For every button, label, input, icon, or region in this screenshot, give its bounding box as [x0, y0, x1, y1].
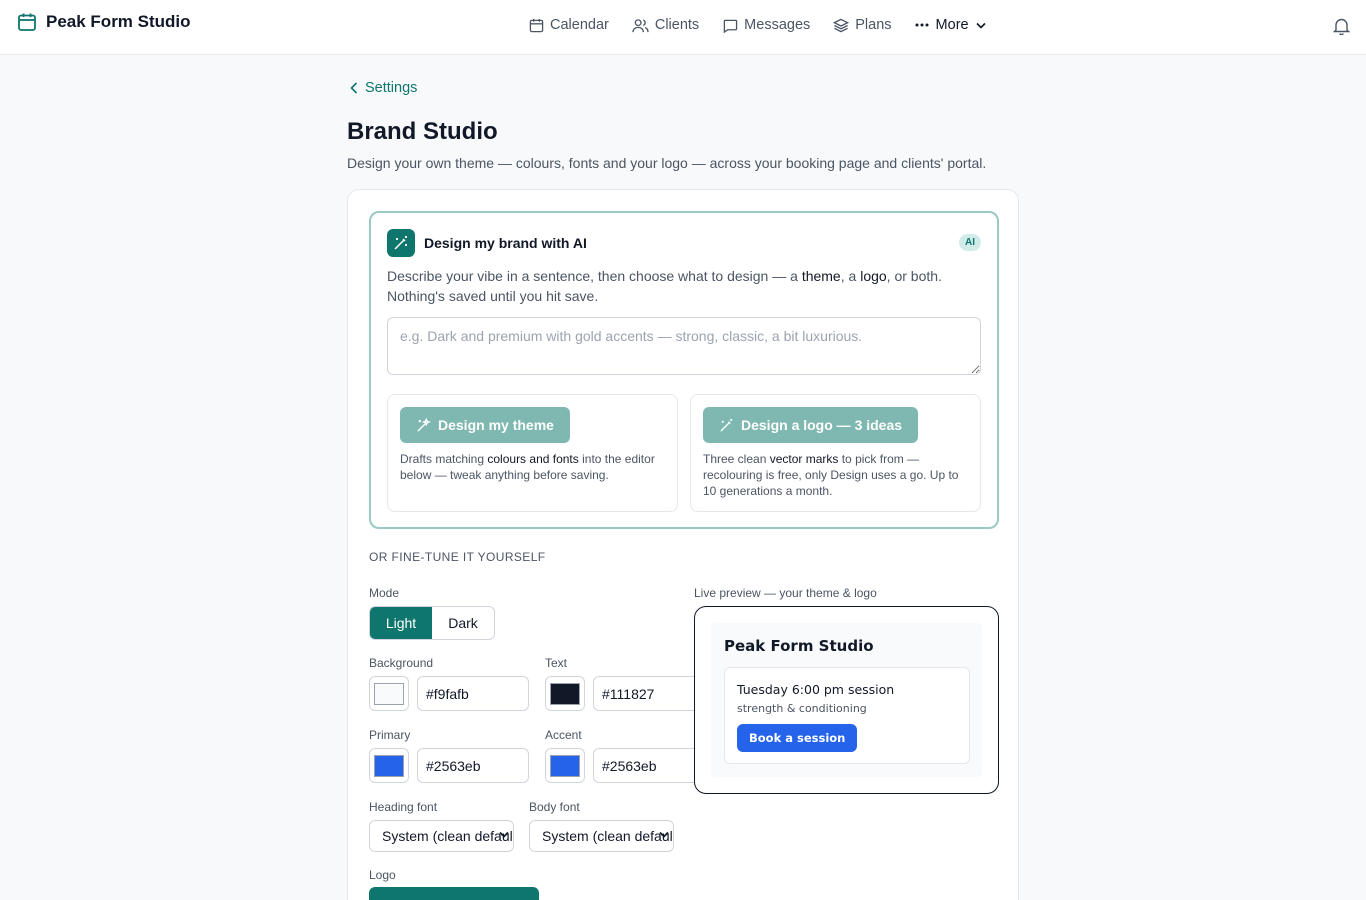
text-hex-input[interactable]	[593, 676, 705, 711]
bell-icon	[1332, 18, 1351, 36]
nav-label-messages: Messages	[744, 17, 811, 33]
magic-wand-icon	[387, 229, 415, 257]
heading-font-select[interactable]: System (clean default)	[369, 820, 514, 852]
nav-label-more: More	[935, 17, 969, 33]
primary-color-swatch[interactable]	[369, 748, 409, 783]
back-to-settings-link[interactable]: Settings	[350, 80, 417, 96]
chevron-down-icon	[499, 831, 509, 838]
users-icon	[632, 18, 649, 32]
message-icon	[723, 19, 738, 33]
design-theme-button[interactable]: Design my theme	[400, 407, 570, 443]
accent-label: Accent	[545, 728, 582, 742]
app-name: Peak Form Studio	[46, 12, 191, 31]
accent-hex-input[interactable]	[593, 748, 705, 783]
live-preview: Peak Form Studio Tuesday 6:00 pm session…	[694, 606, 999, 794]
notifications-button[interactable]	[1332, 17, 1351, 40]
ai-design-panel: Design my brand with AI AI Describe your…	[369, 211, 999, 529]
mode-light-button[interactable]: Light	[370, 607, 432, 639]
layers-icon	[833, 18, 850, 32]
ai-desc-part: , a	[840, 268, 861, 284]
nav-label-clients: Clients	[654, 17, 700, 33]
nav-label-plans: Plans	[855, 17, 892, 33]
ai-badge: AI	[959, 234, 981, 251]
heading-font-value: System (clean default)	[382, 828, 514, 844]
design-theme-option: Design my theme Drafts matching colours …	[387, 394, 678, 512]
ai-desc-theme: theme	[801, 268, 841, 284]
calendar-icon	[529, 18, 544, 32]
design-logo-button[interactable]: Design a logo — 3 ideas	[703, 407, 919, 443]
ai-desc-part: Describe your vibe in a sentence, then c…	[387, 268, 802, 284]
mode-dark-button[interactable]: Dark	[432, 607, 494, 639]
design-logo-option: Design a logo — 3 ideas Three clean vect…	[690, 394, 981, 512]
design-logo-label: Design a logo — 3 ideas	[741, 417, 903, 433]
sparkle-wand-icon	[417, 417, 431, 432]
ai-panel-header: Design my brand with AI	[387, 229, 587, 257]
primary-hex-input[interactable]	[417, 748, 529, 783]
primary-label: Primary	[369, 728, 411, 742]
mode-label: Mode	[369, 586, 400, 600]
opt-desc-bold: vector marks	[769, 452, 839, 466]
logo-label: Logo	[369, 868, 396, 882]
page-title: Brand Studio	[347, 118, 498, 145]
more-dots-icon	[915, 23, 929, 27]
fine-tune-section-label: OR FINE-TUNE IT YOURSELF	[369, 550, 546, 564]
preview-canvas: Peak Form Studio Tuesday 6:00 pm session…	[711, 623, 982, 777]
design-theme-label: Design my theme	[438, 417, 554, 433]
ai-desc-logo: logo	[860, 268, 887, 284]
opt-desc-bold: colours and fonts	[487, 452, 579, 466]
mode-toggle: Light Dark	[369, 606, 495, 640]
logo-upload-button[interactable]	[369, 887, 539, 900]
preview-session-subtitle: strength & conditioning	[737, 702, 867, 715]
nav-item-calendar[interactable]: Calendar	[529, 17, 609, 33]
preview-book-button[interactable]: Book a session	[737, 724, 858, 752]
nav-item-messages[interactable]: Messages	[722, 17, 810, 33]
heading-font-label: Heading font	[369, 800, 438, 814]
text-color-swatch[interactable]	[545, 676, 585, 711]
text-color-label: Text	[545, 656, 568, 670]
chevron-down-icon	[659, 831, 669, 838]
nav-item-plans[interactable]: Plans	[833, 17, 892, 33]
opt-desc-part: Three clean	[703, 452, 770, 466]
design-theme-description: Drafts matching colours and fonts into t…	[400, 451, 666, 483]
background-label: Background	[369, 656, 434, 670]
preview-brand-name: Peak Form Studio	[724, 637, 874, 655]
nav-item-clients[interactable]: Clients	[632, 17, 699, 33]
ai-panel-title: Design my brand with AI	[424, 235, 587, 251]
top-nav-bar: Peak Form Studio Calendar Clients Messag…	[0, 0, 1366, 55]
brand-studio-card: Design my brand with AI AI Describe your…	[347, 189, 1019, 900]
calendar-logo-icon	[18, 13, 36, 31]
live-preview-label: Live preview — your theme & logo	[694, 586, 877, 600]
background-hex-input[interactable]	[417, 676, 529, 711]
vibe-description-input[interactable]	[387, 317, 981, 375]
nav-item-more[interactable]: More	[915, 17, 986, 33]
body-font-value: System (clean default)	[542, 828, 674, 844]
ai-panel-description: Describe your vibe in a sentence, then c…	[387, 266, 977, 306]
preview-session-card: Tuesday 6:00 pm session strength & condi…	[724, 667, 970, 764]
back-link-label: Settings	[365, 80, 418, 96]
body-font-select[interactable]: System (clean default)	[529, 820, 674, 852]
accent-color-swatch[interactable]	[545, 748, 585, 783]
chevron-left-icon	[350, 82, 358, 94]
nav-label-calendar: Calendar	[550, 17, 609, 33]
page-subtitle: Design your own theme — colours, fonts a…	[347, 155, 987, 171]
body-font-label: Body font	[529, 800, 580, 814]
main-nav: Calendar Clients Messages Plans More	[529, 17, 986, 33]
chevron-down-icon	[976, 22, 986, 29]
background-color-swatch[interactable]	[369, 676, 409, 711]
opt-desc-part: Drafts matching	[400, 452, 488, 466]
preview-session-title: Tuesday 6:00 pm session	[737, 682, 895, 697]
magic-wand-icon	[720, 418, 733, 432]
app-brand[interactable]: Peak Form Studio	[17, 12, 191, 32]
design-logo-description: Three clean vector marks to pick from — …	[703, 451, 969, 499]
